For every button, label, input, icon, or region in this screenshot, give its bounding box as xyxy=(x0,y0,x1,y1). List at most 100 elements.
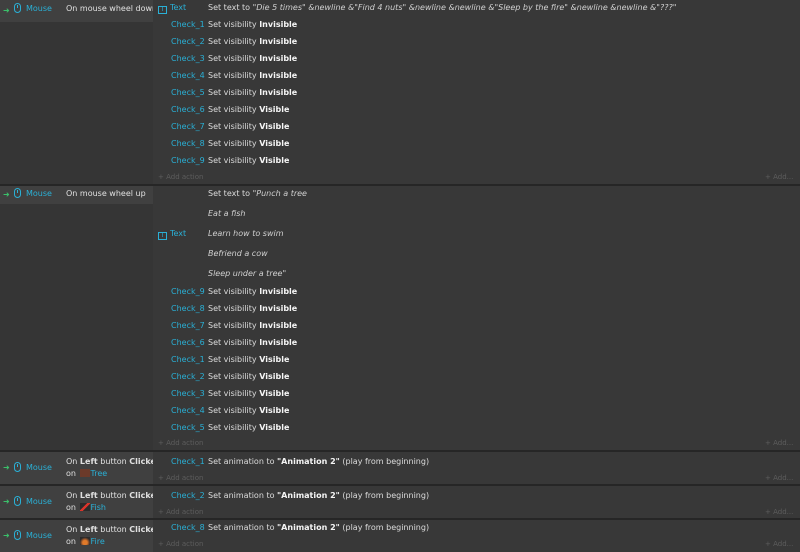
add-more-button[interactable]: + Add... xyxy=(765,474,793,482)
event-mouse-wheel-down[interactable]: ➜ Mouse On mouse wheel down T Text Set te… xyxy=(0,0,800,184)
action-object[interactable]: Check_4 xyxy=(171,71,205,80)
action-text[interactable]: Set visibility Visible xyxy=(208,406,289,415)
action-object[interactable]: Check_1 xyxy=(171,20,205,29)
action-text[interactable]: Set animation to "Animation 2" (play fro… xyxy=(208,491,429,500)
add-more-button[interactable]: + Add... xyxy=(765,540,793,548)
add-more-button[interactable]: + Add... xyxy=(765,508,793,516)
action-object[interactable]: Check_1 xyxy=(171,457,205,466)
action-object[interactable]: Check_1 xyxy=(171,355,205,364)
action-text[interactable]: Set visibility Visible xyxy=(208,156,289,165)
arrow-right-icon: ➜ xyxy=(3,463,10,472)
action-object[interactable]: Check_5 xyxy=(171,88,205,97)
add-action-button[interactable]: + Add action xyxy=(158,474,203,482)
condition-column xyxy=(0,186,153,450)
condition-object: Mouse xyxy=(26,531,52,540)
condition-column xyxy=(0,0,153,184)
condition-text: On mouse wheel down xyxy=(66,4,158,13)
arrow-right-icon: ➜ xyxy=(3,190,10,199)
event-sheet: ➜ Mouse On mouse wheel down T Text Set te… xyxy=(0,0,800,552)
mouse-icon xyxy=(14,188,21,198)
arrow-right-icon: ➜ xyxy=(3,6,10,15)
action-object[interactable]: Check_6 xyxy=(171,338,205,347)
condition-object: Mouse xyxy=(26,463,52,472)
event-mouse-wheel-up[interactable]: ➜ Mouse On mouse wheel up T Text Set text… xyxy=(0,186,800,450)
arrow-right-icon: ➜ xyxy=(3,531,10,540)
action-text[interactable]: Set visibility Invisible xyxy=(208,71,297,80)
action-text[interactable]: Set animation to "Animation 2" (play fro… xyxy=(208,457,429,466)
mouse-icon xyxy=(14,496,21,506)
action-text[interactable]: Set visibility Invisible xyxy=(208,37,297,46)
action-object[interactable]: T Text xyxy=(158,229,186,240)
event-click-fire[interactable]: ➜ Mouse On Left button Clicked on Fire C… xyxy=(0,520,800,552)
action-object[interactable]: Check_8 xyxy=(171,139,205,148)
action-text[interactable]: Set visibility Visible xyxy=(208,355,289,364)
action-text[interactable]: Set visibility Invisible xyxy=(208,338,297,347)
mouse-icon xyxy=(14,462,21,472)
action-text[interactable]: Set visibility Invisible xyxy=(208,54,297,63)
action-text[interactable]: Set visibility Invisible xyxy=(208,304,297,313)
add-action-button[interactable]: + Add action xyxy=(158,439,203,447)
action-text[interactable]: Set visibility Invisible xyxy=(208,287,297,296)
action-text[interactable]: Set visibility Invisible xyxy=(208,88,297,97)
mouse-icon xyxy=(14,530,21,540)
condition-text: On Left button Clicked xyxy=(66,457,162,466)
action-text[interactable]: Set visibility Invisible xyxy=(208,20,297,29)
action-text-line: Eat a fish xyxy=(208,209,246,218)
action-text-line: Learn how to swim xyxy=(208,229,284,238)
action-text[interactable]: Set text to "Punch a tree xyxy=(208,189,307,198)
action-text-line: Befriend a cow xyxy=(208,249,268,258)
action-object[interactable]: Check_3 xyxy=(171,54,205,63)
action-text[interactable]: Set visibility Invisible xyxy=(208,321,297,330)
action-text[interactable]: Set visibility Visible xyxy=(208,105,289,114)
action-text[interactable]: Set visibility Visible xyxy=(208,139,289,148)
action-object[interactable]: Check_2 xyxy=(171,491,205,500)
text-object-icon: T xyxy=(158,6,167,14)
action-object[interactable]: Check_2 xyxy=(171,37,205,46)
condition-target: on Fire xyxy=(66,537,105,546)
condition-row[interactable]: ➜ Mouse On mouse wheel up xyxy=(0,186,153,204)
event-click-tree[interactable]: ➜ Mouse On Left button Clicked on Tree C… xyxy=(0,452,800,484)
arrow-right-icon: ➜ xyxy=(3,497,10,506)
text-object-icon: T xyxy=(158,232,167,240)
condition-text: On Left button Clicked xyxy=(66,525,162,534)
action-text[interactable]: Set visibility Visible xyxy=(208,372,289,381)
action-object[interactable]: Check_9 xyxy=(171,287,205,296)
condition-row[interactable]: ➜ Mouse On Left button Clicked on Fire xyxy=(0,520,162,552)
add-more-button[interactable]: + Add... xyxy=(765,173,793,181)
condition-row[interactable]: ➜ Mouse On Left button Clicked on Fish xyxy=(0,486,162,518)
action-object[interactable]: Check_7 xyxy=(171,321,205,330)
action-text-line: Sleep under a tree" xyxy=(208,269,287,278)
action-text[interactable]: Set animation to "Animation 2" (play fro… xyxy=(208,523,429,532)
action-text[interactable]: Set visibility Visible xyxy=(208,122,289,131)
condition-target: on Tree xyxy=(66,469,108,478)
tree-thumbnail xyxy=(79,469,90,477)
fish-thumbnail xyxy=(79,503,90,511)
condition-target: on Fish xyxy=(66,503,106,512)
condition-object: Mouse xyxy=(26,497,52,506)
condition-object: Mouse xyxy=(26,4,52,13)
add-action-button[interactable]: + Add action xyxy=(158,173,203,181)
action-object[interactable]: Check_6 xyxy=(171,105,205,114)
add-more-button[interactable]: + Add... xyxy=(765,439,793,447)
event-click-fish[interactable]: ➜ Mouse On Left button Clicked on Fish C… xyxy=(0,486,800,518)
condition-row[interactable]: ➜ Mouse On mouse wheel down xyxy=(0,0,157,22)
action-object[interactable]: Check_4 xyxy=(171,406,205,415)
mouse-icon xyxy=(14,3,21,13)
fire-thumbnail xyxy=(79,537,90,545)
action-object[interactable]: Check_8 xyxy=(171,304,205,313)
action-object[interactable]: Check_7 xyxy=(171,122,205,131)
action-object[interactable]: Check_5 xyxy=(171,423,205,432)
condition-row[interactable]: ➜ Mouse On Left button Clicked on Tree xyxy=(0,452,162,484)
action-object[interactable]: Check_8 xyxy=(171,523,205,532)
action-text[interactable]: Set text to "Die 5 times" &newline &"Fin… xyxy=(208,3,676,12)
condition-text: On Left button Clicked xyxy=(66,491,162,500)
condition-text: On mouse wheel up xyxy=(66,189,146,198)
action-object[interactable]: Check_2 xyxy=(171,372,205,381)
action-object[interactable]: T Text xyxy=(158,3,186,14)
add-action-button[interactable]: + Add action xyxy=(158,540,203,548)
add-action-button[interactable]: + Add action xyxy=(158,508,203,516)
action-text[interactable]: Set visibility Visible xyxy=(208,423,289,432)
action-object[interactable]: Check_9 xyxy=(171,156,205,165)
action-text[interactable]: Set visibility Visible xyxy=(208,389,289,398)
action-object[interactable]: Check_3 xyxy=(171,389,205,398)
